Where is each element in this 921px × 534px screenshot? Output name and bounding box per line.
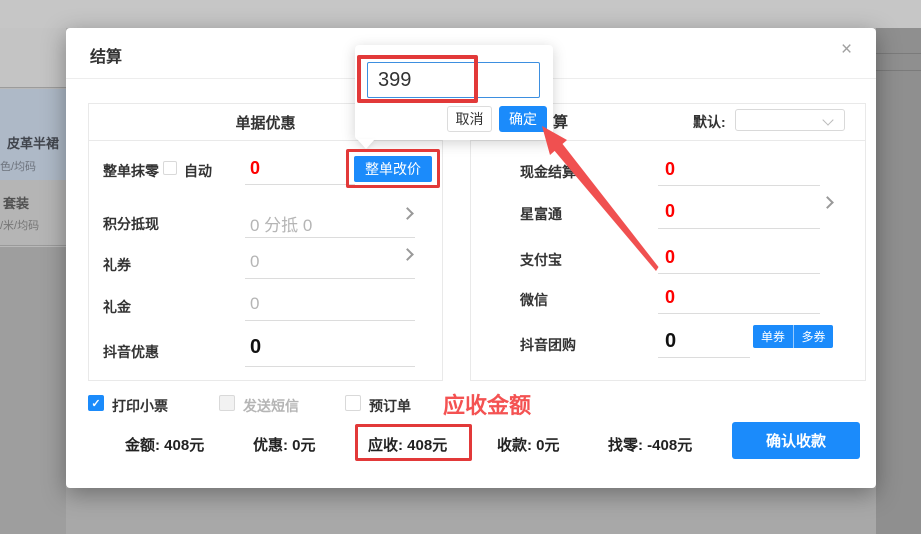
cash-value[interactable]: 0 <box>665 159 675 180</box>
gift-coupon-value[interactable]: 0 <box>250 252 259 272</box>
background-bottom-strip <box>66 488 876 534</box>
total-amount-label: 金额: <box>125 437 160 454</box>
input-underline <box>658 313 820 314</box>
alipay-value[interactable]: 0 <box>665 247 675 268</box>
points-deduction-value[interactable]: 0 分抵 0 <box>250 211 312 236</box>
total-amount: 金额: 408元 <box>125 434 204 455</box>
change-amount: 找零: -408元 <box>608 434 692 455</box>
screen: 皮革半裙 色/均码 套装 /米/均码 结算 × 单据优惠 整单抹零 自动 0 整… <box>0 0 921 534</box>
dialog-title: 结算 <box>90 49 123 66</box>
annotation-due-amount: 应收金额 <box>443 393 532 418</box>
due-amount: 应收: 408元 <box>368 434 447 455</box>
single-coupon-button[interactable]: 单券 <box>753 325 793 348</box>
change-amount-label: 找零: <box>608 437 643 454</box>
discount-amount: 优惠: 0元 <box>253 434 316 455</box>
gift-money-value[interactable]: 0 <box>250 294 259 314</box>
popup-tail <box>357 139 375 149</box>
input-underline <box>658 185 820 186</box>
gift-coupon-label: 礼券 <box>103 257 131 273</box>
alipay-label: 支付宝 <box>520 252 562 268</box>
round-off-value[interactable]: 0 <box>250 158 260 179</box>
auto-round-checkbox[interactable] <box>163 161 177 175</box>
due-amount-value: 408元 <box>407 437 448 454</box>
background-row-selected: 皮革半裙 色/均码 <box>0 89 66 180</box>
auto-round-label: 自动 <box>184 163 212 179</box>
print-receipt-label: 打印小票 <box>112 398 168 414</box>
confirm-payment-button[interactable]: 确认收款 <box>732 422 860 459</box>
wechat-label: 微信 <box>520 292 548 308</box>
input-underline <box>245 184 355 185</box>
background-right-strip <box>876 28 921 534</box>
douyin-discount-label: 抖音优惠 <box>103 344 159 360</box>
product-spec: /米/均码 <box>0 220 40 232</box>
preorder-checkbox[interactable] <box>345 395 361 411</box>
send-sms-checkbox[interactable] <box>219 395 235 411</box>
input-underline <box>245 237 415 238</box>
cash-label: 现金结算 <box>520 164 576 180</box>
douyin-groupbuy-value[interactable]: 0 <box>665 330 676 353</box>
change-order-price-button[interactable]: 整单改价 <box>354 156 432 182</box>
cancel-button[interactable]: 取消 <box>447 106 492 132</box>
received-amount-label: 收款: <box>497 437 532 454</box>
discount-amount-value: 0元 <box>292 437 316 454</box>
change-amount-value: -408元 <box>647 437 693 454</box>
background-row: 套装 /米/均码 <box>0 180 66 246</box>
confirm-button[interactable]: 确定 <box>499 106 547 132</box>
xingfutong-label: 星富通 <box>520 206 562 222</box>
wechat-value[interactable]: 0 <box>665 287 675 308</box>
total-amount-value: 408元 <box>164 437 205 454</box>
order-discount-card: 单据优惠 <box>88 103 443 381</box>
default-payment-select[interactable] <box>735 109 845 131</box>
close-icon[interactable]: × <box>841 40 852 59</box>
xingfutong-value[interactable]: 0 <box>665 201 675 222</box>
input-underline <box>658 228 820 229</box>
received-amount: 收款: 0元 <box>497 434 560 455</box>
background-top-strip <box>0 0 921 28</box>
coupon-buttons: 单券 多券 <box>753 325 833 348</box>
product-name: 皮革半裙 <box>7 136 60 151</box>
input-underline <box>245 366 415 367</box>
round-off-label: 整单抹零 <box>103 163 159 179</box>
multi-coupon-button[interactable]: 多券 <box>793 325 833 348</box>
send-sms-label: 发送短信 <box>243 398 299 414</box>
background-table-header <box>0 28 66 88</box>
background-table-footer <box>0 247 66 534</box>
check-icon: ✓ <box>91 397 101 410</box>
douyin-groupbuy-label: 抖音团购 <box>520 337 576 353</box>
chevron-down-icon <box>822 114 834 126</box>
gift-money-label: 礼金 <box>103 299 131 315</box>
points-deduction-label: 积分抵现 <box>103 216 159 232</box>
print-receipt-checkbox[interactable]: ✓ <box>88 395 104 411</box>
input-underline <box>245 278 415 279</box>
douyin-discount-value[interactable]: 0 <box>250 336 261 359</box>
new-price-input[interactable] <box>367 62 540 98</box>
product-name: 套装 <box>3 196 30 211</box>
received-amount-value: 0元 <box>536 437 560 454</box>
input-underline <box>658 357 750 358</box>
background-product-list: 皮革半裙 色/均码 套装 /米/均码 <box>0 28 66 534</box>
discount-amount-label: 优惠: <box>253 437 288 454</box>
input-underline <box>658 273 820 274</box>
default-label: 默认: <box>693 114 726 130</box>
due-amount-label: 应收: <box>368 437 403 454</box>
input-underline <box>245 320 415 321</box>
preorder-label: 预订单 <box>369 398 411 414</box>
product-spec: 色/均码 <box>0 161 37 173</box>
